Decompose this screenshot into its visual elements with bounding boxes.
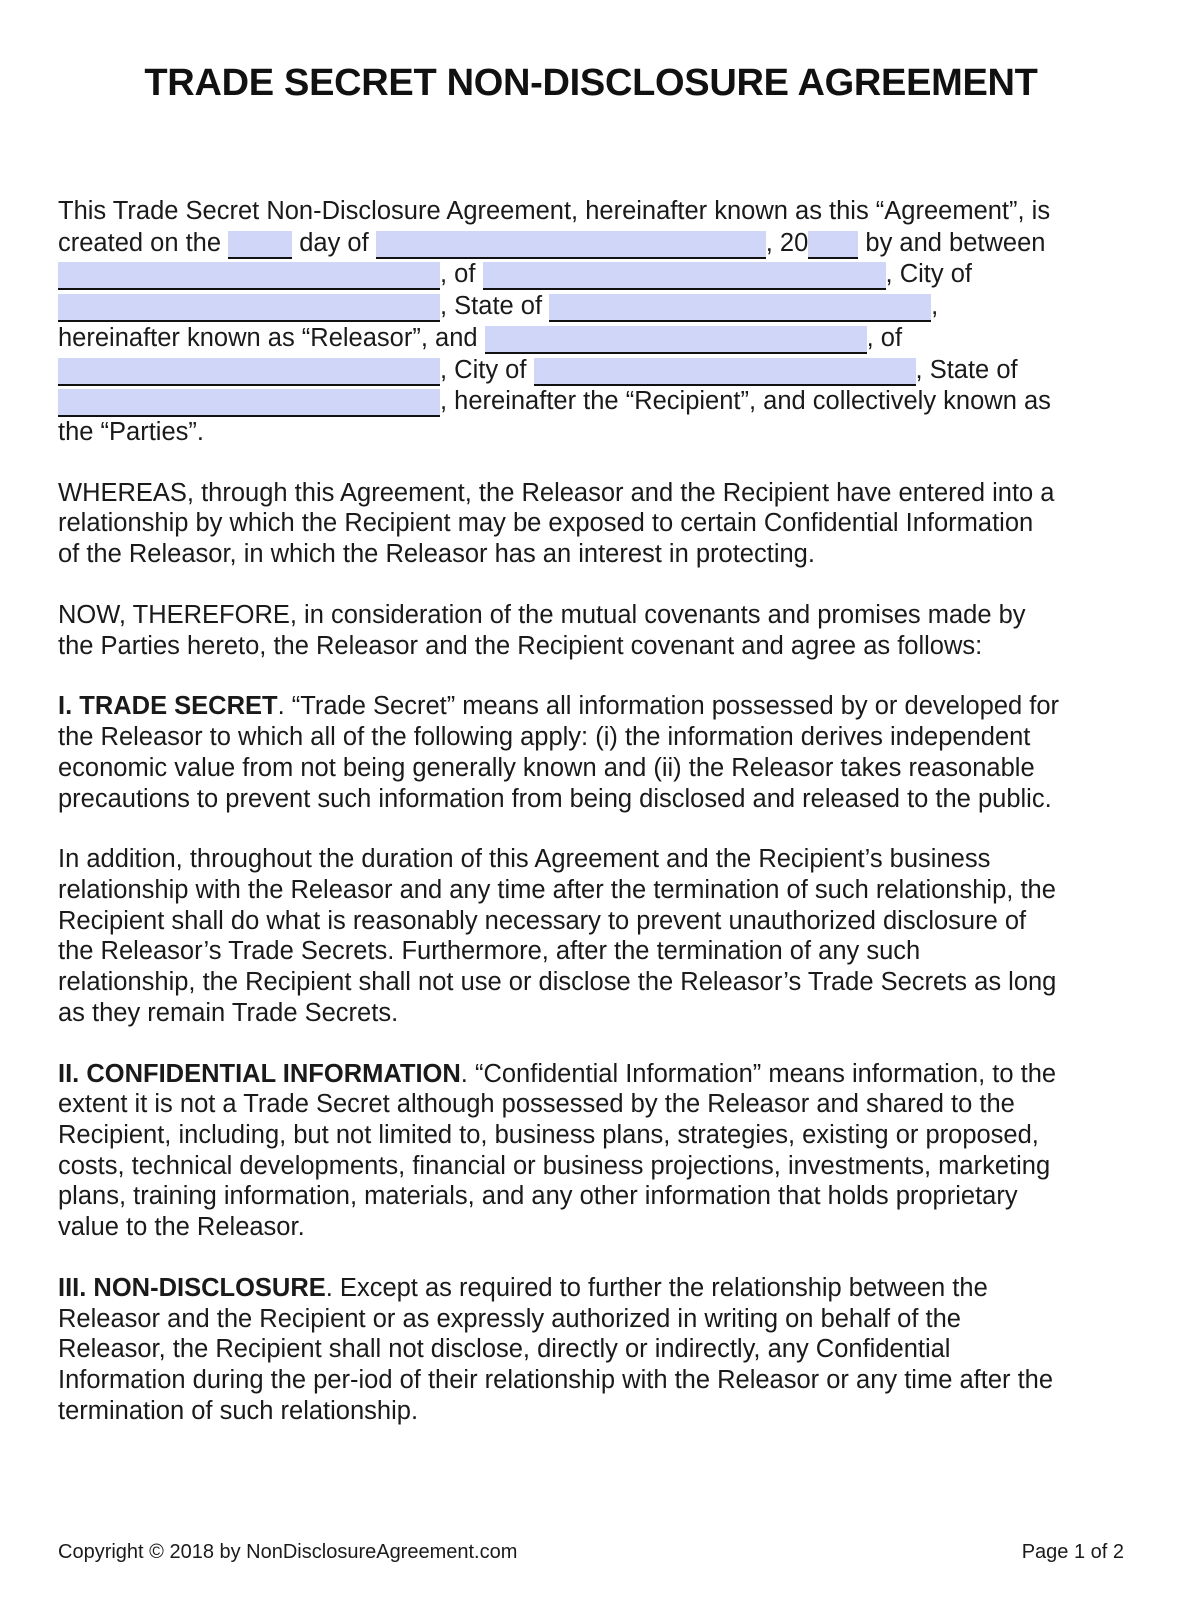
intro-paragraph: This Trade Secret Non-Disclosure Agreeme… (58, 196, 1060, 448)
document-page: TRADE SECRET NON-DISCLOSURE AGREEMENT Th… (0, 0, 1182, 1616)
intro-text-5: , of (440, 260, 483, 289)
intro-text-6: , City of (885, 260, 972, 289)
section-two-heading: II. CONFIDENTIAL INFORMATION (58, 1059, 461, 1088)
recipient-address-blank-field[interactable] (58, 357, 440, 386)
intro-text-4: by and between (858, 228, 1046, 257)
intro-text-9: , of (866, 323, 903, 352)
intro-text-7: , State of (440, 292, 550, 321)
section-three-heading: III. NON-DISCLOSURE (58, 1273, 326, 1302)
releasor-city-blank-field[interactable] (58, 294, 440, 323)
releasor-name-blank-field[interactable] (58, 262, 440, 291)
section-one-heading: I. TRADE SECRET (58, 692, 278, 721)
intro-text-10: , City of (440, 355, 534, 384)
day-blank-field[interactable] (228, 230, 293, 259)
document-body: This Trade Secret Non-Disclosure Agreeme… (58, 196, 1060, 1456)
releasor-state-blank-field[interactable] (549, 294, 932, 323)
page-footer: Copyright © 2018 by NonDisclosureAgreeme… (58, 1541, 1124, 1564)
intro-text-2: day of (292, 228, 376, 257)
section-one-paragraph: I. TRADE SECRET. “Trade Secret” means al… (58, 691, 1060, 814)
section-one-continuation-paragraph: In addition, throughout the duration of … (58, 845, 1057, 1027)
month-blank-field[interactable] (375, 230, 766, 259)
releasor-address-blank-field[interactable] (482, 262, 886, 291)
page-title: TRADE SECRET NON-DISCLOSURE AGREEMENT (144, 62, 1038, 104)
recipient-state-blank-field[interactable] (58, 389, 440, 418)
intro-text-11: , State of (915, 355, 1018, 384)
recipient-city-blank-field[interactable] (533, 357, 916, 386)
intro-text-3: , 20 (765, 228, 809, 257)
year-blank-field[interactable] (808, 230, 859, 259)
section-two-paragraph: II. CONFIDENTIAL INFORMATION. “Confident… (58, 1059, 1060, 1243)
recipient-name-blank-field[interactable] (484, 325, 867, 354)
section-three-paragraph: III. NON-DISCLOSURE. Except as required … (58, 1273, 1060, 1427)
footer-copyright: Copyright © 2018 by NonDisclosureAgreeme… (58, 1541, 518, 1563)
footer-page-number: Page 1 of 2 (1021, 1541, 1124, 1563)
whereas-paragraph: WHEREAS, through this Agreement, the Rel… (58, 478, 1055, 569)
now-therefore-paragraph: NOW, THEREFORE, in consideration of the … (58, 600, 1026, 660)
